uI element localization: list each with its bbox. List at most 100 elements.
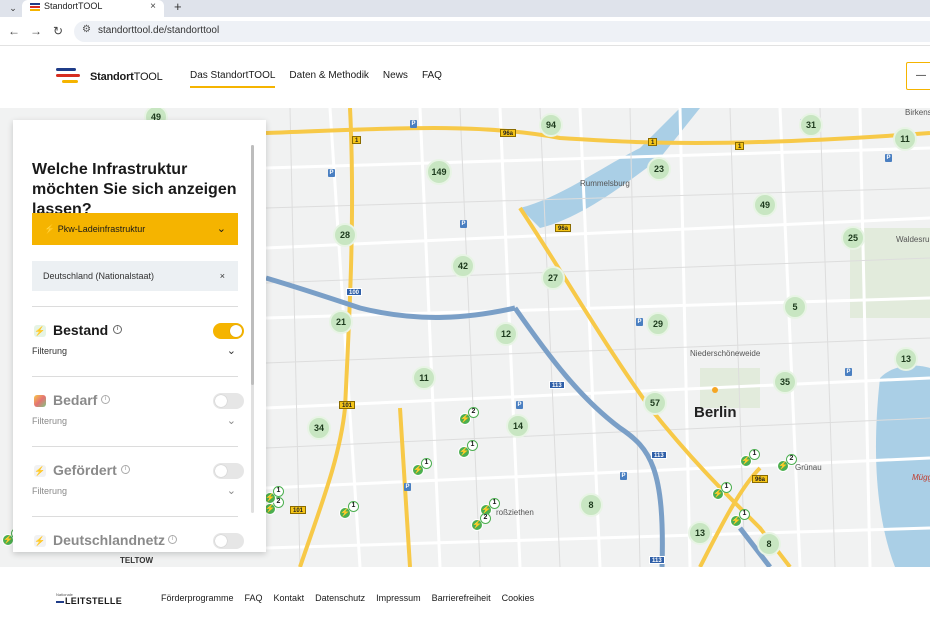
charging-station-icon[interactable]: ⚡ 2 [471,513,491,531]
filter-expander[interactable]: Filterung ⌄ [32,415,238,427]
station-cluster[interactable]: 12 [494,322,518,346]
road-shield-a113: 113 [549,381,565,389]
standorttool-logo[interactable]: StandortTOOL [56,68,163,88]
station-cluster[interactable]: 29 [646,312,670,336]
station-cluster[interactable]: 13 [688,521,712,545]
station-cluster[interactable]: 35 [773,370,797,394]
site-footer: Nationale LEITSTELLE Förderprogramme FAQ… [0,567,930,620]
parking-icon[interactable]: P [885,154,892,162]
road-shield-b96a: 96a [752,475,769,483]
station-cluster[interactable]: 14 [506,414,530,438]
station-cluster[interactable]: 8 [579,493,603,517]
footer-link-foerderprogramme[interactable]: Förderprogramme [161,593,234,603]
charging-bolt-icon: ⚡ [34,535,46,547]
info-icon[interactable]: i [121,465,130,474]
station-cluster[interactable]: 57 [643,391,667,415]
layer-toggle-bestand[interactable] [213,323,244,339]
road-shield-a100: 100 [346,288,363,296]
info-icon[interactable]: i [113,325,122,334]
charging-station-icon[interactable]: ⚡1 [458,440,478,458]
charging-station-icon[interactable]: ⚡1 [712,482,732,500]
road-shield-a113: 113 [649,556,665,564]
station-cluster[interactable]: 11 [893,127,917,151]
info-icon[interactable]: i [168,535,177,544]
info-icon[interactable]: i [101,395,110,404]
forward-icon[interactable]: → [28,23,44,39]
charging-station-icon[interactable]: ⚡1 [740,449,760,467]
tab-close-icon[interactable]: × [150,0,156,13]
parking-icon[interactable]: P [328,169,335,177]
layer-name: Gefördert [53,462,117,478]
clear-region-icon[interactable]: × [220,261,225,291]
station-cluster[interactable]: 5 [783,295,807,319]
station-cluster[interactable]: 23 [647,157,671,181]
station-cluster[interactable]: 94 [539,113,563,137]
url-field[interactable]: ⚙ standorttool.de/standorttool [74,21,930,42]
infrastructure-select[interactable]: ⚡ Pkw-Ladeinfrastruktur ⌄ [32,213,238,245]
place-label: Waldesruh [896,235,930,244]
reload-icon[interactable]: ↻ [50,23,66,39]
parking-icon[interactable]: P [516,401,523,409]
tab-list-chevron-icon[interactable]: ⌄ [6,1,20,15]
station-cluster[interactable]: 13 [894,347,918,371]
parking-icon[interactable]: P [636,318,643,326]
station-cluster[interactable]: 8 [757,532,781,556]
place-label: Müggelheim [912,473,930,482]
place-label: Birkens [905,108,930,117]
back-icon[interactable]: ← [6,23,22,39]
station-cluster[interactable]: 27 [541,266,565,290]
charging-station-icon[interactable]: ⚡1 [730,509,750,527]
station-cluster[interactable]: 149 [426,159,452,185]
chevron-down-icon: ⌄ [226,345,236,357]
footer-link-faq[interactable]: FAQ [245,593,263,603]
location-pin-icon[interactable] [712,387,718,393]
new-tab-button[interactable]: + [174,0,182,14]
layer-toggle-deutschlandnetz[interactable] [213,533,244,549]
footer-link-kontakt[interactable]: Kontakt [274,593,305,603]
browser-tab-bar: ⌄ StandortTOOL × + [0,0,930,17]
nav-link-faq[interactable]: FAQ [422,70,442,88]
nav-link-standorttool[interactable]: Das StandortTOOL [190,70,276,88]
station-cluster[interactable]: 25 [841,226,865,250]
charging-station-icon[interactable]: ⚡1 [339,501,359,519]
site-settings-icon[interactable]: ⚙ [82,24,91,35]
place-label: roßziethen [496,508,534,517]
road-shield-b1: 1 [648,138,658,146]
footer-link-barrierefreiheit[interactable]: Barrierefreiheit [432,593,491,603]
nav-link-daten-methodik[interactable]: Daten & Methodik [289,70,369,88]
parking-icon[interactable]: P [460,220,467,228]
footer-link-impressum[interactable]: Impressum [376,593,421,603]
nav-link-news[interactable]: News [383,70,408,88]
station-cluster[interactable]: 21 [329,310,353,334]
station-cluster[interactable]: 11 [412,366,436,390]
filter-expander[interactable]: Filterung ⌄ [32,485,238,497]
parking-icon[interactable]: P [620,472,627,480]
station-cluster[interactable]: 49 [753,193,777,217]
parking-icon[interactable]: P [845,368,852,376]
road-shield-a113: 113 [651,451,667,459]
footer-link-cookies[interactable]: Cookies [502,593,535,603]
footer-link-datenschutz[interactable]: Datenschutz [315,593,365,603]
logo-text: StandortTOOL [90,71,163,83]
parking-icon[interactable]: P [410,120,417,128]
favicon-icon [30,3,40,11]
browser-tab[interactable]: StandortTOOL × [22,0,164,17]
tab-title: StandortTOOL [44,1,103,11]
station-cluster[interactable]: 42 [451,254,475,278]
divider [32,376,238,377]
charging-station-icon[interactable]: ⚡1 [412,458,432,476]
filter-expander[interactable]: Filterung ⌄ [32,345,238,357]
charging-station-icon[interactable]: ⚡ 2 [777,454,797,472]
station-cluster[interactable]: 34 [307,416,331,440]
charging-bolt-icon: ⚡ [34,465,46,477]
station-cluster[interactable]: 28 [333,223,357,247]
layer-toggle-gefoerdert[interactable] [213,463,244,479]
leitstelle-logo[interactable]: Nationale LEITSTELLE [56,592,126,606]
layer-toggle-bedarf[interactable] [213,393,244,409]
charging-station-icon[interactable]: ⚡ 2 [459,407,479,425]
parking-icon[interactable]: P [404,483,411,491]
menu-button[interactable]: — [906,62,930,90]
panel-scrollbar[interactable] [251,145,254,513]
region-select[interactable]: Deutschland (Nationalstaat) × [32,261,238,291]
station-cluster[interactable]: 31 [799,113,823,137]
